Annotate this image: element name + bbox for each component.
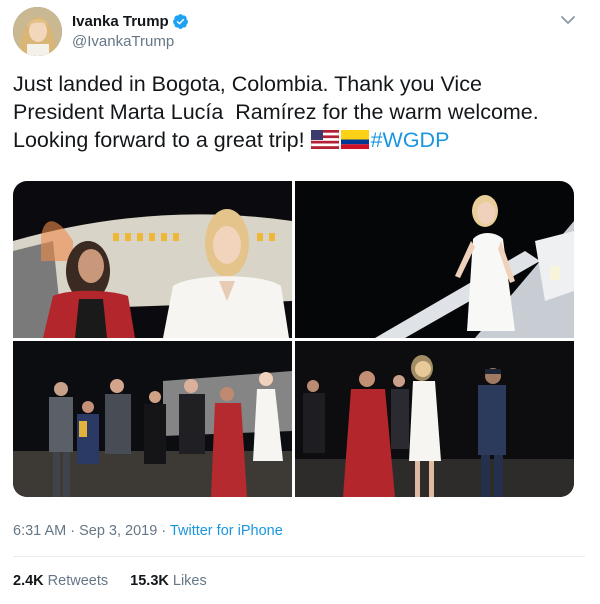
user-handle[interactable]: @IvankaTrump [72, 33, 174, 50]
photo-arrival-tarmac-greeting[interactable] [13, 181, 292, 338]
verified-badge-icon [173, 14, 188, 29]
tweet-text-line-1: Just landed in Bogota, Colombia. Thank y… [13, 72, 482, 96]
avatar[interactable] [13, 7, 62, 56]
tweet-source-link[interactable]: Twitter for iPhone [170, 523, 283, 539]
media-grid [13, 181, 574, 497]
retweets-label: Retweets [43, 573, 109, 589]
tweet-timestamp: 6:31 AM · Sep 3, 2019 · Twitter for iPho… [13, 523, 283, 539]
likes-label: Likes [168, 573, 207, 589]
photo-welcome-delegation-group[interactable] [13, 341, 292, 497]
photo-walking-with-officials[interactable] [295, 341, 574, 497]
meta-separator: · [66, 523, 80, 539]
tweet-stats: 2.4K Retweets 15.3K Likes [13, 573, 225, 589]
tweet-date[interactable]: Sep 3, 2019 [79, 523, 157, 539]
photo-descending-aircraft-stairs[interactable] [295, 181, 574, 338]
us-flag-icon [310, 130, 339, 149]
tweet-text-line-3: Looking forward to a great trip! [13, 128, 311, 152]
profile-avatar-icon [13, 7, 62, 56]
chevron-down-icon[interactable] [558, 10, 578, 30]
retweets-count: 2.4K [13, 573, 44, 589]
display-name[interactable]: Ivanka Trump [72, 13, 169, 30]
tweet-text-line-2: President Marta Lucía Ramírez for the wa… [13, 100, 539, 124]
divider [13, 556, 585, 557]
colombia-flag-icon [340, 130, 369, 149]
likes-stat[interactable]: 15.3K Likes [130, 573, 207, 589]
tweet-text: Just landed in Bogota, Colombia. Thank y… [13, 70, 583, 154]
meta-separator: · [157, 523, 170, 539]
hashtag-link[interactable]: #WGDP [371, 128, 450, 152]
tweet-time[interactable]: 6:31 AM [13, 523, 66, 539]
retweets-stat[interactable]: 2.4K Retweets [13, 573, 108, 589]
likes-count: 15.3K [130, 573, 169, 589]
